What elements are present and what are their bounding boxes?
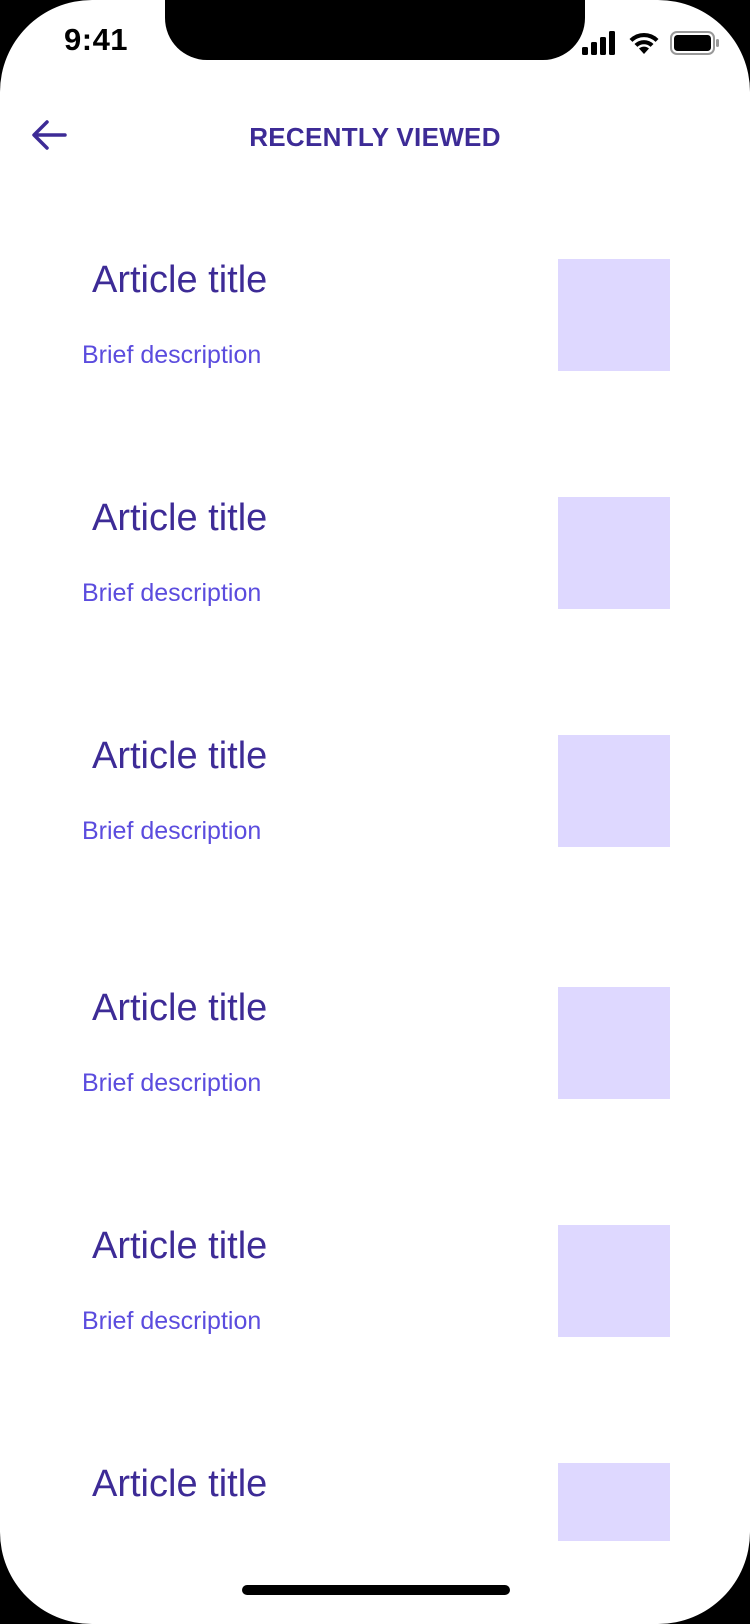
page-title: RECENTLY VIEWED xyxy=(249,122,501,152)
wifi-icon xyxy=(628,31,660,60)
article-title: Article title xyxy=(92,987,268,1029)
article-description: Brief description xyxy=(82,579,262,607)
article-title: Article title xyxy=(92,735,268,777)
article-description: Brief description xyxy=(82,341,262,369)
article-list-item[interactable]: Article title xyxy=(0,1463,750,1583)
article-list-item[interactable]: Article title Brief description xyxy=(0,497,750,617)
article-description: Brief description xyxy=(82,1307,262,1335)
article-description: Brief description xyxy=(82,1069,262,1097)
article-thumbnail xyxy=(558,259,670,371)
article-title: Article title xyxy=(92,259,268,301)
device-notch xyxy=(165,0,585,60)
article-thumbnail xyxy=(558,1463,670,1541)
article-list-item[interactable]: Article title Brief description xyxy=(0,259,750,379)
phone-screen: 9:41 RECENTLY VIEWED Article title Brief… xyxy=(0,0,750,1624)
article-list-item[interactable]: Article title Brief description xyxy=(0,987,750,1107)
battery-icon xyxy=(670,30,720,60)
status-icons xyxy=(582,30,720,60)
home-indicator[interactable] xyxy=(242,1585,510,1595)
article-title: Article title xyxy=(92,1463,268,1505)
article-title: Article title xyxy=(92,497,268,539)
article-thumbnail xyxy=(558,987,670,1099)
article-list-item[interactable]: Article title Brief description xyxy=(0,1225,750,1345)
article-title: Article title xyxy=(92,1225,268,1267)
article-thumbnail xyxy=(558,1225,670,1337)
cellular-signal-icon xyxy=(582,30,618,60)
article-description: Brief description xyxy=(82,817,262,845)
article-thumbnail xyxy=(558,735,670,847)
status-time: 9:41 xyxy=(64,22,129,57)
article-list-item[interactable]: Article title Brief description xyxy=(0,735,750,855)
article-thumbnail xyxy=(558,497,670,609)
